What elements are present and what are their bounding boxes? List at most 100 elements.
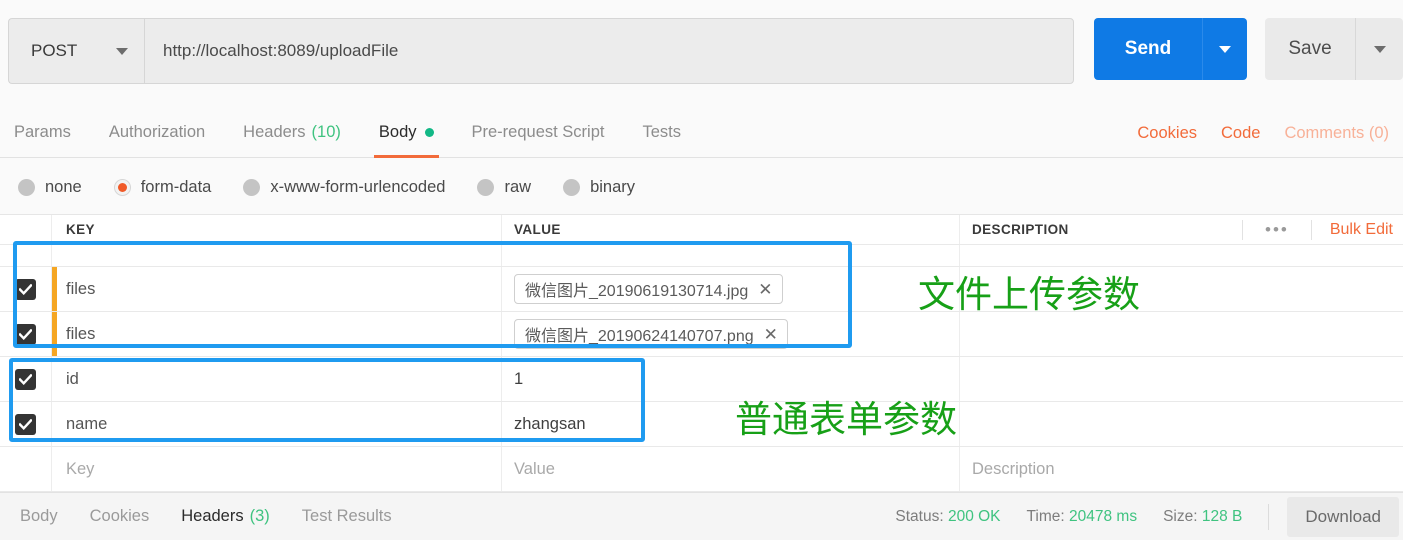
radio-icon [243,178,261,196]
response-tab-cookies[interactable]: Cookies [74,493,166,540]
body-modified-dot-icon [424,128,434,137]
send-button[interactable]: Send [1094,18,1202,80]
row-key-cell[interactable]: name [52,402,502,446]
body-type-label: raw [504,177,532,196]
tab-tests[interactable]: Tests [623,108,700,158]
file-chip[interactable]: 微信图片_20190619130714.jpg ✕ [514,274,783,304]
body-type-none[interactable]: none [18,178,82,197]
radio-icon [563,178,581,196]
row-key-cell[interactable]: files [52,312,502,356]
cookies-link[interactable]: Cookies [1125,124,1209,143]
tab-body[interactable]: Body [360,108,453,158]
code-link[interactable]: Code [1209,124,1272,143]
save-options-button[interactable] [1355,18,1403,80]
tab-label: Body [378,123,417,141]
request-url-input[interactable]: http://localhost:8089/uploadFile [144,18,1074,84]
tab-label: Headers [243,123,306,141]
http-method-selector[interactable]: POST [8,18,144,84]
empty-row-description-cell[interactable]: Description [960,447,1403,491]
download-button[interactable]: Download [1287,496,1399,537]
tab-label: Params [14,123,71,141]
row-description-cell[interactable] [960,402,1403,446]
tab-count: (10) [311,123,341,141]
empty-row-value-cell[interactable]: Value [502,447,960,491]
tab-pre-request-script[interactable]: Pre-request Script [453,108,624,158]
response-tab-body[interactable]: Body [4,493,74,540]
row-description-cell[interactable] [960,357,1403,401]
row-value-cell[interactable]: 微信图片_20190624140707.png ✕ [502,312,960,356]
row-key-text: files [66,324,96,343]
bulk-edit-link[interactable]: Bulk Edit [1312,221,1397,239]
row-check-cell [0,267,52,311]
tab-headers[interactable]: Headers (10) [224,108,360,158]
request-url-text: http://localhost:8089/uploadFile [163,41,399,60]
chevron-down-icon [1373,45,1386,53]
postman-window: POST http://localhost:8089/uploadFile Se… [0,0,1403,540]
response-meta: Status: 200 OK Time: 20478 ms Size: 128 … [895,496,1403,537]
save-button-group: Save [1265,18,1403,80]
header-cell-description: DESCRIPTION ••• Bulk Edit [960,215,1403,244]
column-header-value: VALUE [514,222,561,237]
tab-params[interactable]: Params [0,108,90,158]
response-tab-label: Cookies [89,507,150,525]
body-type-x-www-form-urlencoded[interactable]: x-www-form-urlencoded [243,178,445,197]
tab-authorization[interactable]: Authorization [90,108,224,158]
table-empty-row: Key Value Description [0,447,1403,492]
annotation-label-file-params: 文件上传参数 [918,273,1140,316]
radio-icon-selected [113,178,131,196]
status-value: 200 OK [947,507,1001,525]
body-type-binary[interactable]: binary [563,178,635,197]
body-type-form-data[interactable]: form-data [113,177,212,197]
table-header-row: KEY VALUE DESCRIPTION ••• Bulk Edit [0,215,1403,245]
file-name-label: 微信图片_20190624140707.png [525,328,754,345]
row-checkbox[interactable] [15,413,36,435]
response-tab-test-results[interactable]: Test Results [286,493,408,540]
send-button-group: Send [1094,18,1247,80]
body-type-raw[interactable]: raw [477,178,531,197]
file-chip[interactable]: 微信图片_20190624140707.png ✕ [514,319,788,349]
comments-link[interactable]: Comments (0) [1272,124,1401,143]
header-cell-value: VALUE [502,215,960,244]
row-checkbox[interactable] [15,323,36,345]
remove-file-icon[interactable]: ✕ [764,326,778,343]
description-placeholder: Description [972,459,1055,478]
status-label: Status: [895,507,944,525]
save-button[interactable]: Save [1265,18,1355,80]
response-tab-count: (3) [249,507,270,525]
row-checkbox[interactable] [15,368,36,390]
send-options-button[interactable] [1202,18,1247,80]
body-type-label: form-data [140,177,212,196]
response-tab-headers[interactable]: Headers (3) [165,493,286,540]
spacer-cell-key [52,245,502,266]
tab-label: Authorization [108,123,206,141]
form-data-table: KEY VALUE DESCRIPTION ••• Bulk Edit file… [0,215,1403,492]
row-check-cell [0,402,52,446]
row-key-cell[interactable]: id [52,357,502,401]
row-key-text: files [66,279,96,298]
more-options-icon[interactable]: ••• [1242,219,1312,240]
body-type-label: x-www-form-urlencoded [270,177,446,196]
table-row: name zhangsan [0,402,1403,447]
response-tab-label: Headers [181,507,244,525]
empty-row-key-cell[interactable]: Key [52,447,502,491]
remove-file-icon[interactable]: ✕ [758,281,772,298]
row-key-cell[interactable]: files [52,267,502,311]
chevron-down-icon [1219,45,1231,53]
table-header-actions: ••• Bulk Edit [1242,215,1403,244]
header-cell-key: KEY [52,215,502,244]
radio-icon [477,178,495,196]
row-checkbox[interactable] [15,278,36,300]
tab-label: Tests [642,123,681,141]
time-value: 20478 ms [1069,507,1138,525]
status-meta: Status: 200 OK [895,508,1000,526]
chevron-down-icon [116,47,128,55]
request-tabs: Params Authorization Headers (10) Body P… [0,108,1403,158]
row-description-cell[interactable] [960,312,1403,356]
table-row: id 1 [0,357,1403,402]
size-label: Size: [1163,507,1198,525]
tab-label: Pre-request Script [471,123,605,141]
body-type-selector: none form-data x-www-form-urlencoded raw… [0,160,1403,215]
row-check-cell [0,312,52,356]
http-method-label: POST [31,41,78,60]
row-value-cell[interactable]: 微信图片_20190619130714.jpg ✕ [502,267,960,311]
